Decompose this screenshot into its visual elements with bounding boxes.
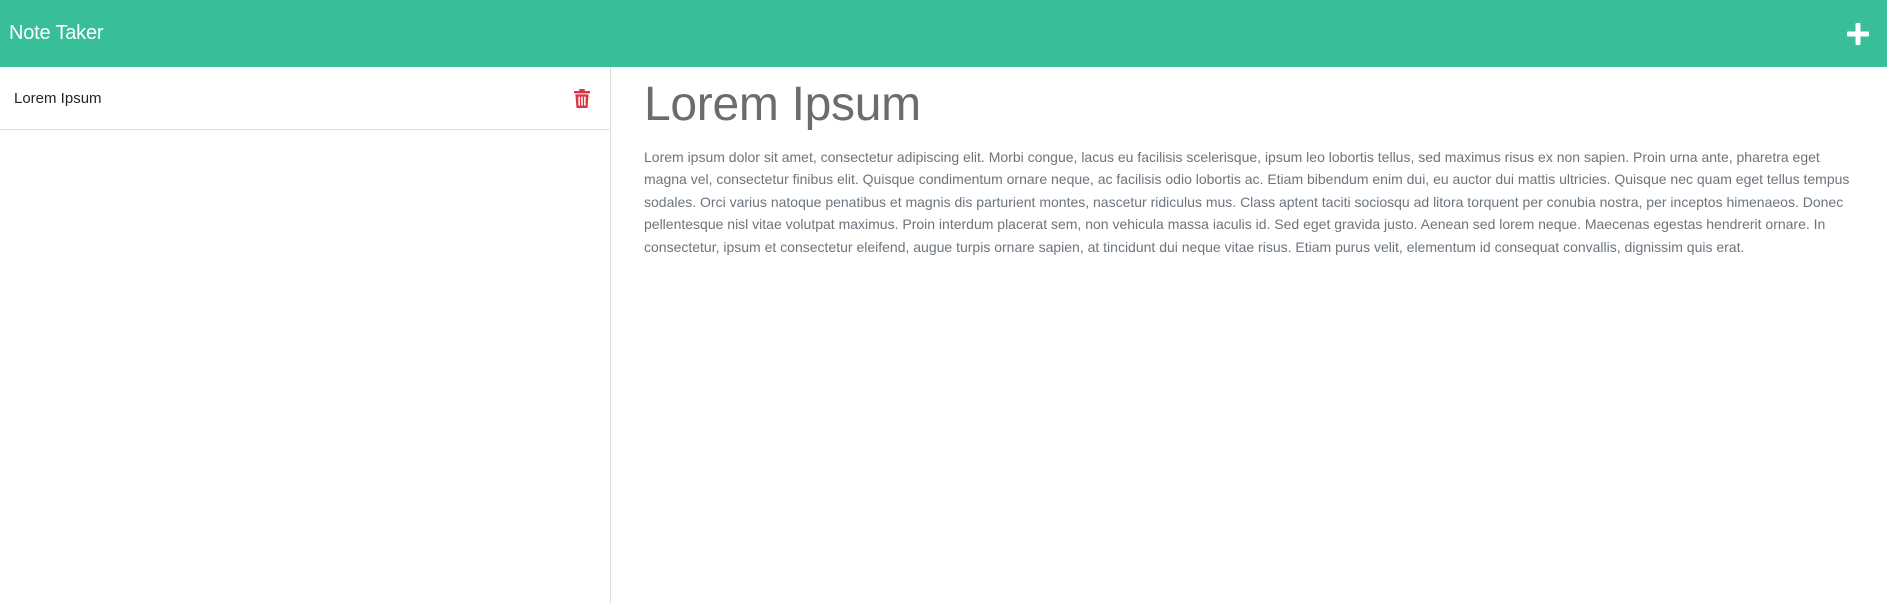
note-editor: Lorem Ipsum Lorem ipsum dolor sit amet, … xyxy=(612,67,1887,603)
note-title[interactable]: Lorem Ipsum xyxy=(644,78,1868,132)
trash-icon xyxy=(574,88,590,108)
app-title[interactable]: Note Taker xyxy=(9,22,104,45)
plus-icon xyxy=(1847,22,1869,45)
list-item[interactable]: Lorem Ipsum xyxy=(0,67,610,130)
note-body[interactable]: Lorem ipsum dolor sit amet, consectetur … xyxy=(644,146,1866,259)
add-note-button[interactable] xyxy=(1838,14,1878,54)
delete-note-button[interactable] xyxy=(572,87,592,109)
navbar: Note Taker xyxy=(0,0,1887,67)
notes-sidebar: Lorem Ipsum xyxy=(0,67,611,603)
note-list-title: Lorem Ipsum xyxy=(14,89,102,107)
